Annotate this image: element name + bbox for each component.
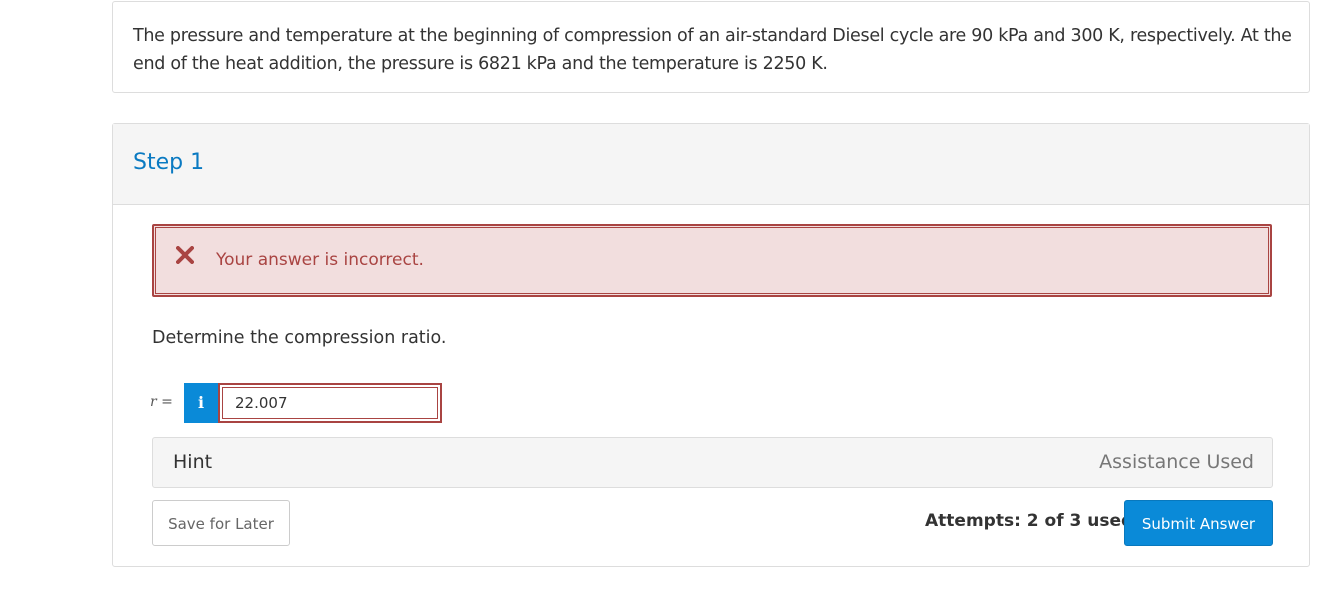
hint-label[interactable]: Hint [173,451,212,473]
question-prompt: Determine the compression ratio. [152,328,447,348]
question-box: The pressure and temperature at the begi… [112,1,1310,93]
step-panel: Step 1 Your answer is incorrect. Determi… [112,123,1310,567]
submit-answer-button[interactable]: Submit Answer [1124,500,1273,546]
answer-input-value[interactable]: 22.007 [222,387,438,419]
variable-label: r = [150,394,173,410]
alert-message: Your answer is incorrect. [216,250,424,270]
incorrect-alert-inner: Your answer is incorrect. [155,227,1269,294]
hint-bar[interactable]: Hint Assistance Used [152,437,1273,488]
attempts-counter: Attempts: 2 of 3 used [925,511,1134,531]
page: The pressure and temperature at the begi… [0,0,1338,593]
variable-label-text: r = [150,394,173,410]
close-x-icon [176,246,194,264]
step-title: Step 1 [133,150,205,175]
answer-input[interactable]: 22.007 [218,383,442,423]
assistance-used-label: Assistance Used [1099,451,1254,473]
question-text: The pressure and temperature at the begi… [133,26,1292,74]
save-for-later-button[interactable]: Save for Later [152,500,290,546]
incorrect-alert: Your answer is incorrect. [152,224,1272,297]
step-header: Step 1 [113,124,1309,205]
info-icon[interactable]: i [184,383,218,423]
